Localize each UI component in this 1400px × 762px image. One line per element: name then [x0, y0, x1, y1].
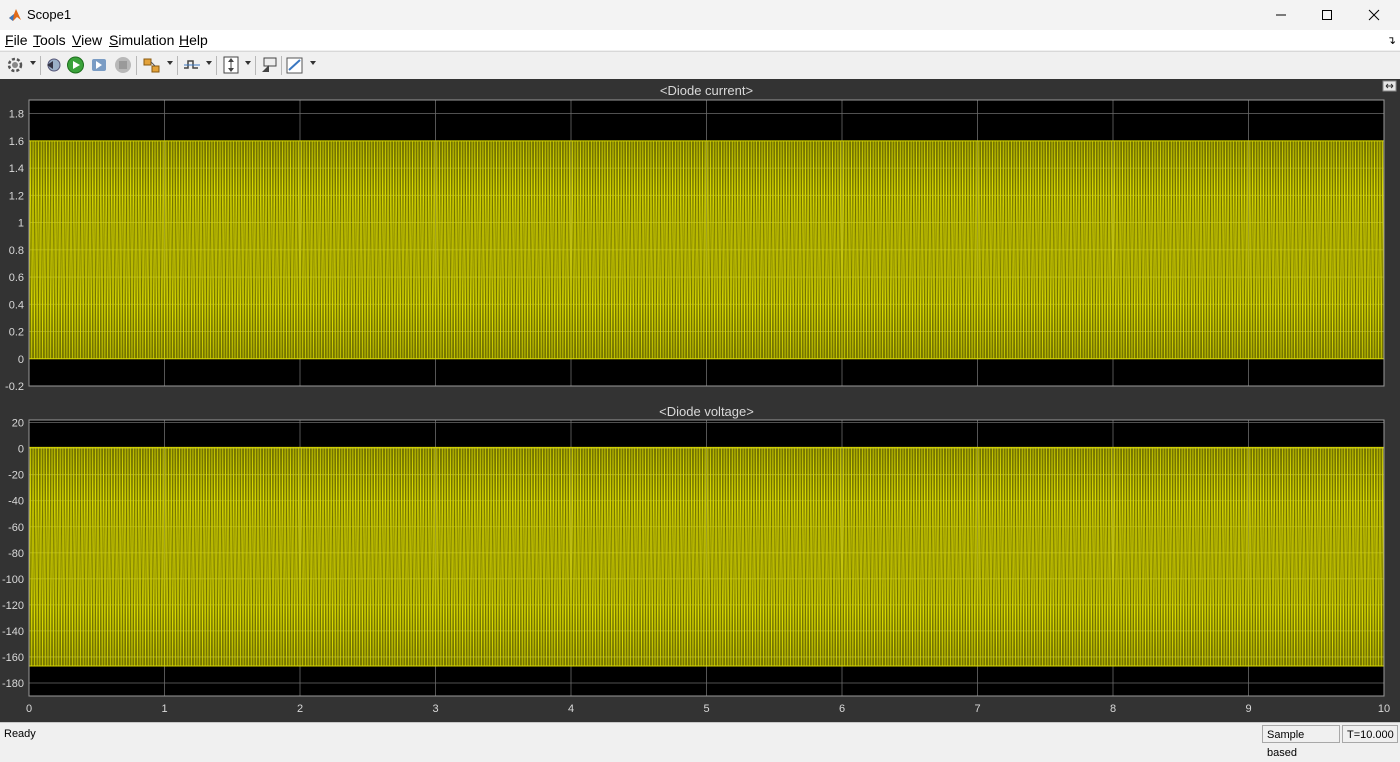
style-icon[interactable] [285, 55, 305, 75]
triggers-icon[interactable] [182, 55, 202, 75]
matlab-logo-icon [9, 9, 21, 21]
x-tick-label: 4 [568, 703, 574, 715]
toolbar-separator [281, 56, 282, 75]
y-tick-label: -180 [2, 678, 24, 690]
toolbar [0, 51, 1400, 80]
y-tick-label: -100 [2, 574, 24, 586]
triggers-dropdown-icon[interactable] [206, 61, 212, 65]
status-ready-text: Ready [4, 728, 36, 740]
plot-title-2: <Diode voltage> [659, 404, 754, 419]
y-tick-label: 0 [18, 444, 24, 456]
title-bar[interactable]: Scope1 [0, 0, 1400, 30]
x-tick-label: 6 [839, 703, 845, 715]
y-tick-label: -160 [2, 652, 24, 664]
y-tick-label: -0.2 [5, 381, 24, 393]
y-tick-label: 20 [12, 418, 24, 430]
x-tick-label: 5 [703, 703, 709, 715]
menu-tools[interactable]: Tools [33, 32, 66, 48]
step-forward-icon[interactable] [90, 55, 108, 75]
highlight-block-icon[interactable] [142, 55, 162, 75]
y-tick-label: -40 [8, 496, 24, 508]
y-tick-label: 0.4 [9, 299, 24, 311]
x-tick-label: 1 [161, 703, 167, 715]
autoscale-dropdown-icon[interactable] [245, 61, 251, 65]
close-icon [1368, 9, 1380, 21]
settings-dropdown-icon[interactable] [30, 61, 36, 65]
x-tick-label: 8 [1110, 703, 1116, 715]
x-tick-label: 9 [1245, 703, 1251, 715]
y-tick-label: 0.6 [9, 272, 24, 284]
close-button[interactable] [1351, 0, 1397, 30]
y-tick-label: -20 [8, 470, 24, 482]
menu-bar: File Tools View Simulation Help ↴ [0, 30, 1400, 50]
maximize-icon [1322, 10, 1332, 20]
settings-icon[interactable] [6, 55, 24, 75]
toolbar-separator [40, 56, 41, 75]
autoscale-icon[interactable] [221, 55, 241, 75]
y-tick-label: 1.8 [9, 109, 24, 121]
run-icon[interactable] [66, 55, 85, 75]
sample-mode-status: Sample based [1262, 725, 1340, 759]
undock-scope-icon[interactable] [259, 55, 279, 75]
y-tick-label: 0.2 [9, 327, 24, 339]
step-back-icon[interactable] [44, 55, 62, 75]
menu-help[interactable]: Help [179, 32, 208, 48]
toolbar-separator [136, 56, 137, 75]
plot-title-1: <Diode current> [660, 83, 753, 98]
y-tick-label: -140 [2, 626, 24, 638]
menu-file[interactable]: File [5, 32, 28, 48]
toolbar-separator [216, 56, 217, 75]
menu-simulation[interactable]: Simulation [109, 32, 174, 48]
stop-icon[interactable] [114, 55, 132, 75]
y-tick-label: 0.8 [9, 245, 24, 257]
window-title: Scope1 [27, 7, 72, 22]
x-tick-label: 0 [26, 703, 32, 715]
scope-display[interactable]: -0.2 0 0.2 0.4 0.6 0.8 1 1.2 1.4 1.6 1.8 <Diode cur… [0, 79, 1400, 722]
y-tick-label: 0 [18, 354, 24, 366]
y-tick-label: 1.2 [9, 190, 24, 202]
style-dropdown-icon[interactable] [310, 61, 316, 65]
undock-menu-icon[interactable]: ↴ [1387, 34, 1396, 47]
y-tick-label: -60 [8, 522, 24, 534]
y-tick-label: 1 [18, 218, 24, 230]
scope-plot-canvas[interactable]: -0.2 0 0.2 0.4 0.6 0.8 1 1.2 1.4 1.6 1.8 <Diode cur… [0, 79, 1400, 722]
toolbar-separator [255, 56, 256, 75]
menu-view[interactable]: View [72, 32, 102, 48]
y-tick-label: -120 [2, 600, 24, 612]
highlight-dropdown-icon[interactable] [167, 61, 173, 65]
toolbar-separator [177, 56, 178, 75]
x-tick-label: 3 [432, 703, 438, 715]
x-tick-label: 10 [1378, 703, 1390, 715]
y-tick-label: -80 [8, 548, 24, 560]
x-tick-label: 7 [974, 703, 980, 715]
maximize-button[interactable] [1304, 0, 1350, 30]
simulation-time-status: T=10.000 [1342, 725, 1398, 743]
minimize-icon [1276, 14, 1286, 16]
minimize-button[interactable] [1258, 0, 1304, 30]
y-tick-label: 1.6 [9, 136, 24, 148]
status-bar: Ready Sample based T=10.000 [0, 722, 1400, 759]
y-tick-label: 1.4 [9, 163, 24, 175]
x-tick-label: 2 [297, 703, 303, 715]
